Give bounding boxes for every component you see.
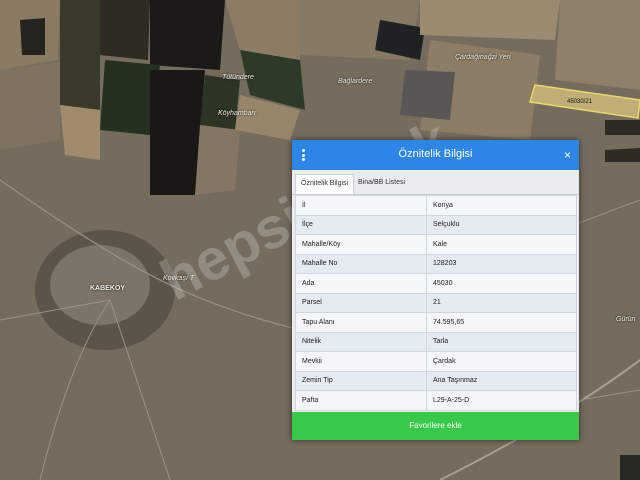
table-row: Mahalle No 128203: [295, 253, 577, 274]
attribute-key: Pafta: [295, 390, 427, 411]
attribute-value: Ana Taşınmaz: [426, 370, 577, 391]
attribute-key: Mevkii: [295, 351, 427, 372]
attribute-value: 74.595,65: [426, 312, 577, 333]
panel-header: Öznitelik Bilgisi ×: [292, 140, 579, 170]
attribute-table: İl Konya İlçe Selçuklu Mahalle/Köy Kale Mahall…: [295, 195, 577, 411]
attribute-key: Tapu Alanı: [295, 312, 427, 333]
attribute-key: Mahalle No: [295, 253, 427, 274]
map-label-gurun: Gürün: [616, 316, 636, 323]
attribute-value: 21: [426, 292, 577, 313]
tab-building-list[interactable]: Bina/BB Listesi: [353, 174, 410, 194]
table-row: Tapu Alanı 74.595,65: [295, 312, 577, 333]
panel-title: Öznitelik Bilgisi: [398, 148, 473, 160]
attribute-value: 45030: [426, 273, 577, 294]
attribute-key: Parsel: [295, 292, 427, 313]
attribute-value: Kale: [426, 234, 577, 255]
map-label-koyhambari: Köyhambarı: [218, 110, 256, 117]
attribute-info-panel: Öznitelik Bilgisi × Öznitelik Bilgisi Bi…: [292, 140, 579, 440]
attribute-value: 128203: [426, 253, 577, 274]
table-row: Ada 45030: [295, 273, 577, 294]
attribute-value: Selçuklu: [426, 214, 577, 235]
table-row: İlçe Selçuklu: [295, 214, 577, 235]
table-row: Mevkii Çardak: [295, 351, 577, 372]
panel-tabs: Öznitelik Bilgisi Bina/BB Listesi: [292, 170, 579, 195]
map-label-tutundere: Tütündere: [222, 74, 254, 81]
attribute-key: Ada: [295, 273, 427, 294]
parcel-label: 45030/21: [567, 99, 593, 105]
map-label-kovkasi: Kovkaşı T: [163, 275, 195, 282]
attribute-value: Konya: [426, 195, 577, 216]
table-row: Nitelik Tarla: [295, 331, 577, 352]
table-row: Mahalle/Köy Kale: [295, 234, 577, 255]
map-label-baglardere: Bağlardere: [338, 78, 373, 85]
attribute-key: Zemin Tip: [295, 370, 427, 391]
attribute-value: L29-A-25-D: [426, 390, 577, 411]
table-row: Zemin Tip Ana Taşınmaz: [295, 370, 577, 391]
table-row: İl Konya: [295, 195, 577, 216]
attribute-key: İl: [295, 195, 427, 216]
table-row: Parsel 21: [295, 292, 577, 313]
attribute-key: İlçe: [295, 214, 427, 235]
map-label-cardaginagzi: Çardağınağzi Yeri: [455, 54, 511, 61]
table-row: Pafta L29-A-25-D: [295, 390, 577, 411]
attribute-value: Tarla: [426, 331, 577, 352]
map-label-kabekoy: KABEKÖY: [90, 285, 126, 292]
attribute-value: Çardak: [426, 351, 577, 372]
tab-attribute-info[interactable]: Öznitelik Bilgisi: [295, 174, 355, 194]
close-icon[interactable]: ×: [564, 148, 571, 162]
add-to-favorites-button[interactable]: Favorilere ekle: [292, 412, 579, 440]
attribute-key: Mahalle/Köy: [295, 234, 427, 255]
attribute-key: Nitelik: [295, 331, 427, 352]
